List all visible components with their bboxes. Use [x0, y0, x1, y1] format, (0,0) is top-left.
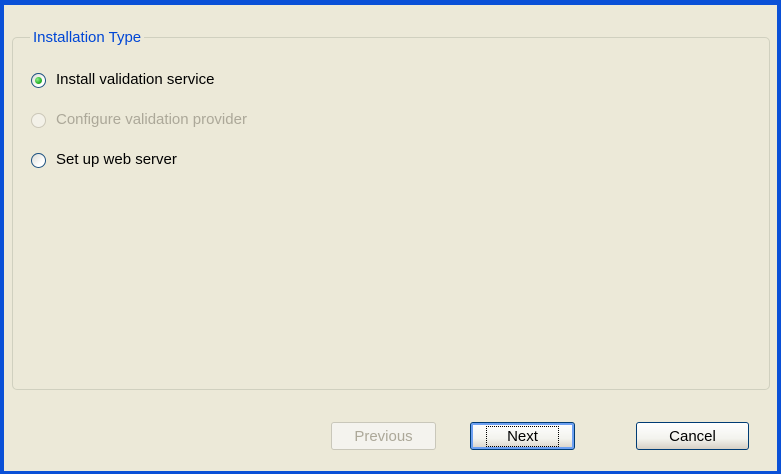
cancel-button[interactable]: Cancel: [636, 422, 749, 450]
next-button[interactable]: Next: [470, 422, 575, 450]
option-configure-validation-provider: Configure validation provider: [31, 110, 247, 130]
radio-disabled-icon: [31, 112, 46, 128]
option-label: Set up web server: [56, 151, 177, 168]
next-button-label: Next: [486, 425, 559, 447]
option-label: Install validation service: [56, 71, 215, 88]
previous-button: Previous: [331, 422, 436, 450]
option-label: Configure validation provider: [56, 111, 247, 128]
installer-window: Installation Type Install validation ser…: [0, 0, 781, 474]
radio-unselected-icon[interactable]: [31, 152, 46, 168]
group-title: Installation Type: [30, 29, 145, 47]
radio-selected-icon[interactable]: [31, 72, 46, 88]
option-set-up-web-server[interactable]: Set up web server: [31, 150, 177, 170]
option-install-validation-service[interactable]: Install validation service: [31, 70, 214, 90]
